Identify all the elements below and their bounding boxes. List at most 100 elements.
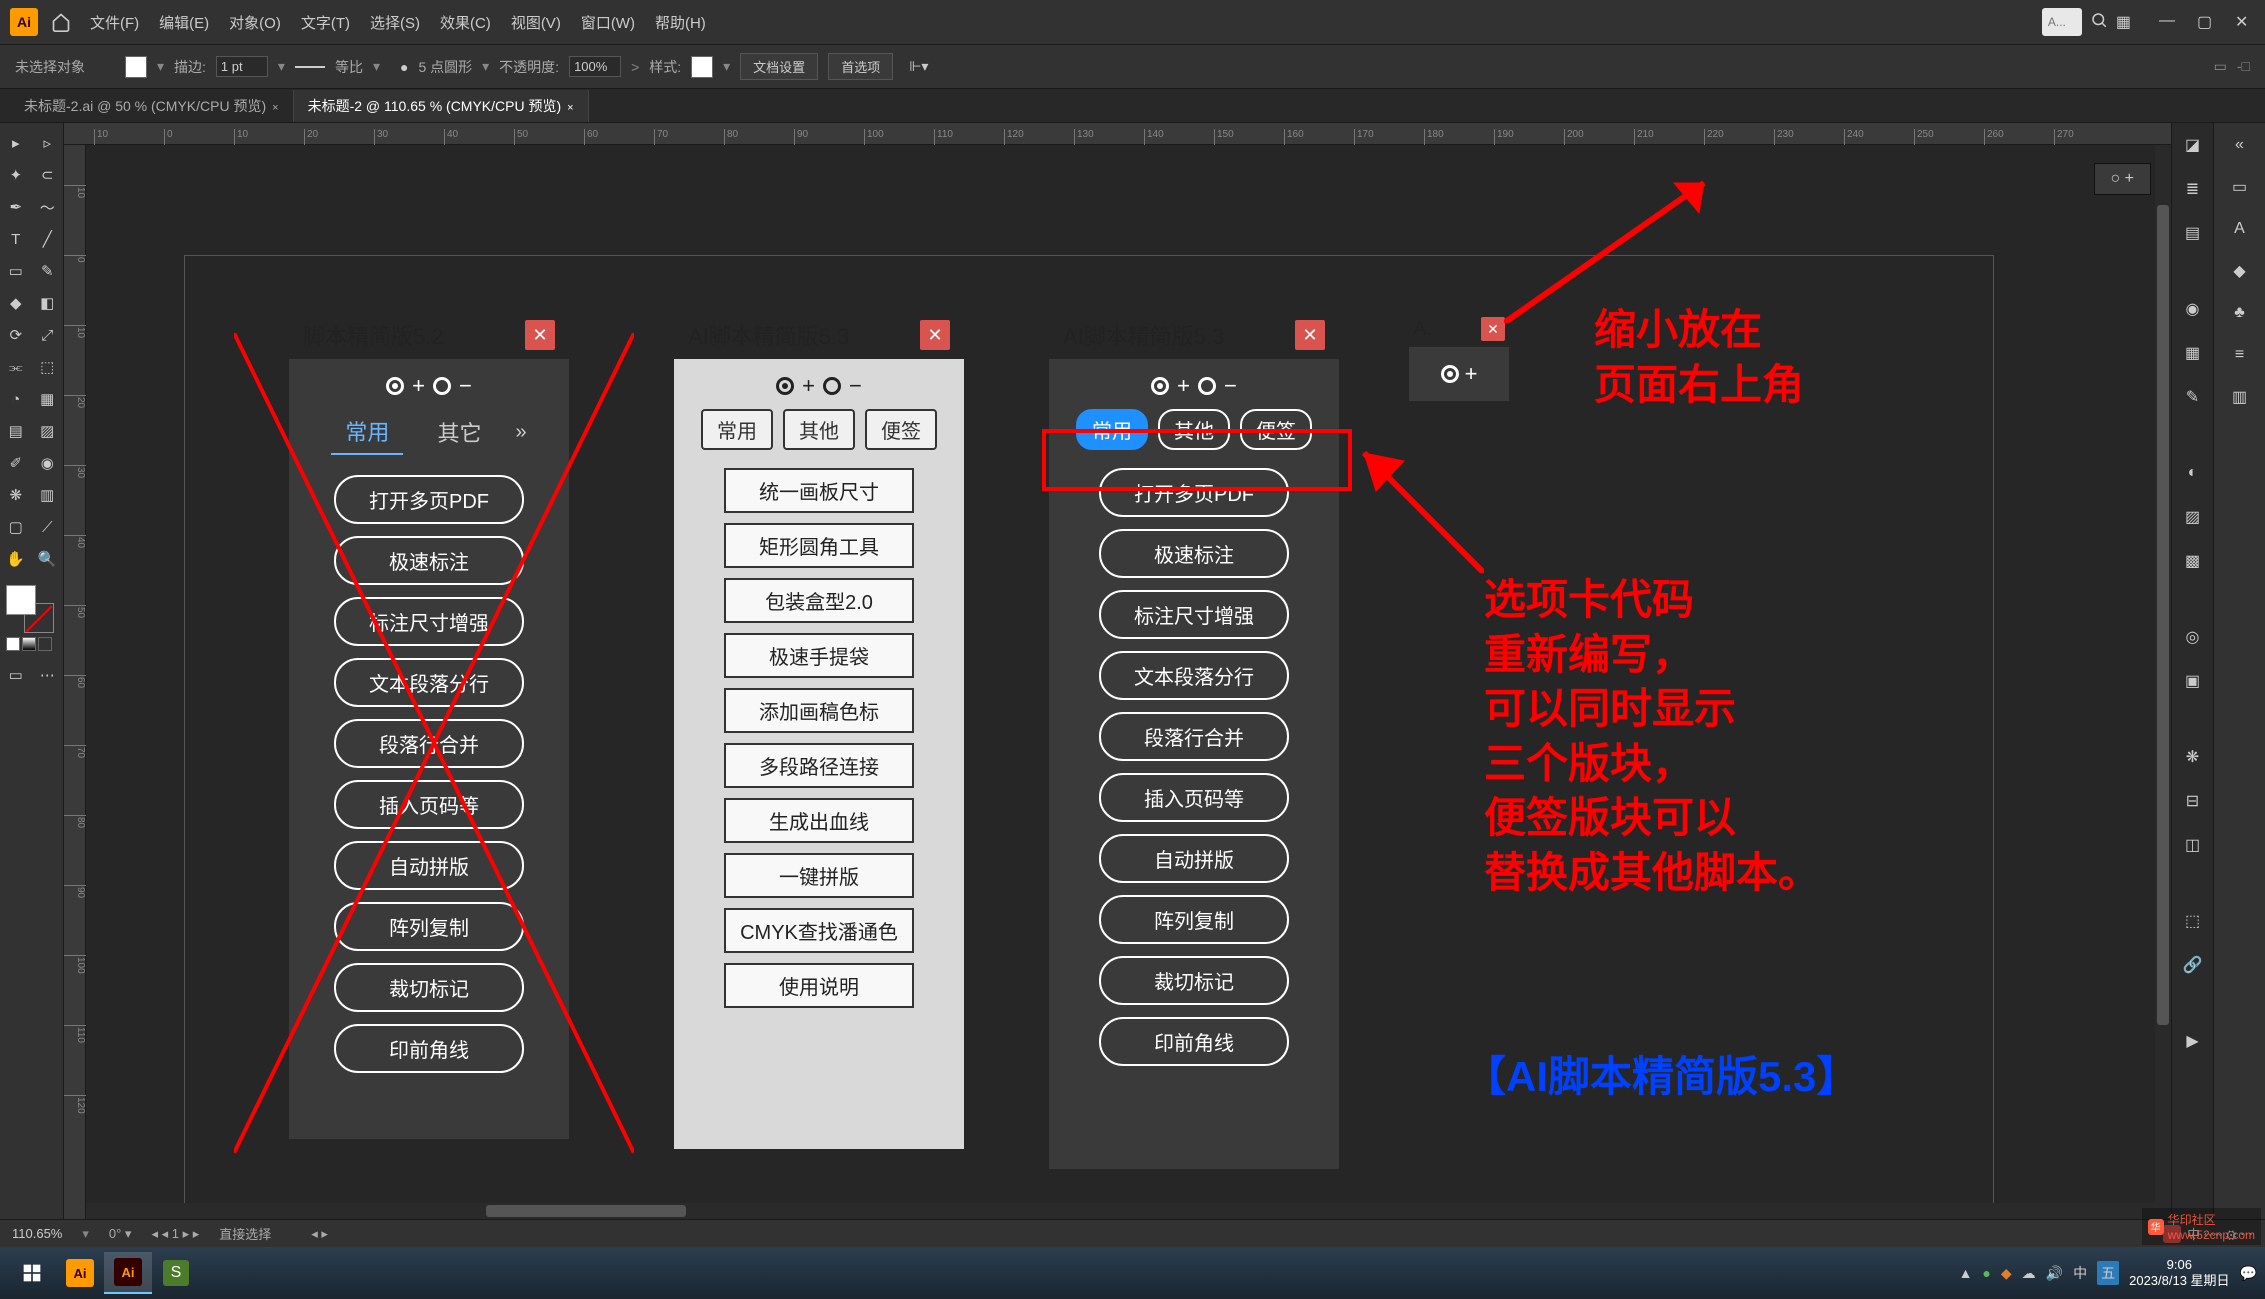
panel-icon[interactable]: ≡ xyxy=(2224,339,2256,371)
width-tool-icon[interactable]: ⫘ xyxy=(0,351,32,383)
panel-collapse-icon[interactable]: -□ xyxy=(2237,58,2250,75)
rotate-tool-icon[interactable]: ⟳ xyxy=(0,319,32,351)
close-button[interactable]: ✕ xyxy=(1295,320,1325,350)
brush-tool-icon[interactable]: ✎ xyxy=(32,255,64,287)
script-button[interactable]: 极速标注 xyxy=(334,536,524,585)
tray-icon[interactable]: ◆ xyxy=(2001,1265,2012,1282)
arrange-docs-icon[interactable]: ▦ xyxy=(2116,12,2131,32)
symbols-panel-icon[interactable]: ❋ xyxy=(2177,741,2209,773)
curvature-tool-icon[interactable]: 〜 xyxy=(32,191,64,223)
close-button[interactable]: ✕ xyxy=(525,320,555,350)
scale-tool-icon[interactable]: ⤢ xyxy=(32,319,64,351)
panel-icon[interactable]: A xyxy=(2224,213,2256,245)
opacity-input[interactable] xyxy=(569,56,621,77)
script-button[interactable]: 统一画板尺寸 xyxy=(724,468,914,513)
align-icon[interactable]: ⊩▾ xyxy=(909,58,928,75)
brush-label[interactable]: 5 点圆形 xyxy=(418,57,472,77)
vertical-scrollbar[interactable] xyxy=(2155,145,2171,1203)
slice-tool-icon[interactable]: ⟋ xyxy=(32,511,64,543)
script-button[interactable]: 裁切标记 xyxy=(334,963,524,1012)
taskbar-app[interactable]: S xyxy=(152,1252,200,1294)
script-button[interactable]: 插入页码等 xyxy=(1099,773,1289,822)
script-button[interactable]: 自动拼版 xyxy=(334,841,524,890)
canvas[interactable]: 10 0 10 20 30 40 50 60 70 80 90 100 110 … xyxy=(64,123,2171,1219)
panel-tab[interactable]: 常用 xyxy=(331,409,403,455)
document-tab[interactable]: 未标题-2 @ 110.65 % (CMYK/CPU 预览)× xyxy=(294,90,589,122)
taskbar-app[interactable]: Ai xyxy=(104,1252,152,1294)
selection-tool-icon[interactable]: ▸ xyxy=(0,127,32,159)
panel-icon[interactable]: ▭ xyxy=(2224,171,2256,203)
transparency-panel-icon[interactable]: ▩ xyxy=(2177,545,2209,577)
panel-tab[interactable]: 便签 xyxy=(865,409,937,450)
close-button[interactable]: ✕ xyxy=(920,320,950,350)
gradient-tool-icon[interactable]: ▨ xyxy=(32,415,64,447)
appearance-panel-icon[interactable]: ◎ xyxy=(2177,621,2209,653)
tray-icon[interactable]: ▲ xyxy=(1959,1265,1973,1281)
blend-tool-icon[interactable]: ◉ xyxy=(32,447,64,479)
menu-window[interactable]: 窗口(W) xyxy=(575,8,641,37)
radio-icon[interactable] xyxy=(1151,377,1169,395)
script-button[interactable]: 文本段落分行 xyxy=(334,658,524,707)
menu-view[interactable]: 视图(V) xyxy=(505,8,567,37)
script-button[interactable]: 裁切标记 xyxy=(1099,956,1289,1005)
menu-edit[interactable]: 编辑(E) xyxy=(153,8,215,37)
script-button[interactable]: 打开多页PDF xyxy=(1099,468,1289,517)
brushes-panel-icon[interactable]: ✎ xyxy=(2177,381,2209,413)
pathfinder-panel-icon[interactable]: ◫ xyxy=(2177,829,2209,861)
taskbar-app[interactable]: Ai xyxy=(56,1252,104,1294)
panel-tab[interactable]: 其他 xyxy=(1158,409,1230,450)
script-button[interactable]: CMYK查找潘通色 xyxy=(724,908,914,953)
script-button[interactable]: 标注尺寸增强 xyxy=(1099,590,1289,639)
tray-icon[interactable]: ● xyxy=(1982,1265,1990,1281)
layers-panel-icon[interactable]: ≣ xyxy=(2177,173,2209,205)
panel-tab[interactable]: 其他 xyxy=(783,409,855,450)
script-button[interactable]: 文本段落分行 xyxy=(1099,651,1289,700)
volume-icon[interactable]: 🔊 xyxy=(2046,1265,2063,1282)
zoom-level[interactable]: 110.65% xyxy=(12,1226,62,1241)
pen-tool-icon[interactable]: ✒ xyxy=(0,191,32,223)
script-button[interactable]: 矩形圆角工具 xyxy=(724,523,914,568)
shape-builder-tool-icon[interactable]: ◔ xyxy=(0,383,32,415)
color-panel-icon[interactable]: ◉ xyxy=(2177,293,2209,325)
lasso-tool-icon[interactable]: ⊂ xyxy=(32,159,64,191)
graphic-styles-panel-icon[interactable]: ▣ xyxy=(2177,665,2209,697)
panel-icon[interactable]: ◆ xyxy=(2224,255,2256,287)
rectangle-tool-icon[interactable]: ▭ xyxy=(0,255,32,287)
search-input[interactable] xyxy=(2042,8,2082,36)
script-button[interactable]: 印前角线 xyxy=(334,1024,524,1073)
preferences-button[interactable]: 首选项 xyxy=(828,53,893,80)
artboard-nav[interactable]: ◂ ◂ 1 ▸ ▸ xyxy=(151,1226,199,1242)
menu-help[interactable]: 帮助(H) xyxy=(649,8,712,37)
script-button[interactable]: 极速标注 xyxy=(1099,529,1289,578)
mini-swatch[interactable] xyxy=(6,637,20,651)
ime-indicator[interactable]: 中 xyxy=(2073,1263,2087,1283)
panel-tab[interactable]: 常用 xyxy=(1076,409,1148,450)
menu-type[interactable]: 文字(T) xyxy=(295,8,356,37)
script-button[interactable]: 一键拼版 xyxy=(724,853,914,898)
menu-object[interactable]: 对象(O) xyxy=(223,8,287,37)
script-button[interactable]: 段落行合并 xyxy=(334,719,524,768)
edit-toolbar-icon[interactable]: ⋯ xyxy=(32,659,64,691)
transform-panel-icon[interactable]: ⬚ xyxy=(2177,905,2209,937)
hand-tool-icon[interactable]: ✋ xyxy=(0,543,32,575)
direct-selection-tool-icon[interactable]: ▹ xyxy=(32,127,64,159)
radio-icon[interactable] xyxy=(1198,377,1216,395)
script-button[interactable]: 标注尺寸增强 xyxy=(334,597,524,646)
fill-swatch[interactable] xyxy=(125,56,147,78)
horizontal-scrollbar[interactable] xyxy=(86,1203,2171,1219)
menu-file[interactable]: 文件(F) xyxy=(84,8,145,37)
search-icon[interactable] xyxy=(2090,11,2108,34)
perspective-tool-icon[interactable]: ▦ xyxy=(32,383,64,415)
start-button[interactable] xyxy=(8,1252,56,1294)
document-setup-button[interactable]: 文档设置 xyxy=(740,53,818,80)
script-button[interactable]: 生成出血线 xyxy=(724,798,914,843)
radio-icon[interactable] xyxy=(776,377,794,395)
tab-close-icon[interactable]: × xyxy=(272,102,278,114)
radio-icon[interactable] xyxy=(1441,365,1459,383)
shaper-tool-icon[interactable]: ◆ xyxy=(0,287,32,319)
expand-icon[interactable]: » xyxy=(515,421,526,444)
properties-panel-icon[interactable]: ◪ xyxy=(2177,129,2209,161)
script-button[interactable]: 段落行合并 xyxy=(1099,712,1289,761)
libraries-panel-icon[interactable]: ▤ xyxy=(2177,217,2209,249)
line-tool-icon[interactable]: ╱ xyxy=(32,223,64,255)
